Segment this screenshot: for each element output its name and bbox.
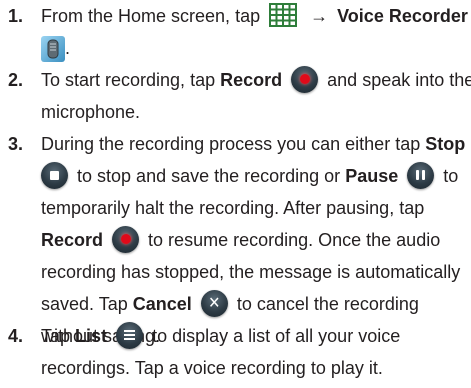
pause-label: Pause: [345, 166, 399, 186]
step-text: From the Home screen, tap: [41, 6, 261, 26]
step-number: 2.: [8, 70, 24, 90]
step-text: Tap: [41, 326, 71, 346]
step-text-end: .: [65, 38, 71, 58]
step-text: and speak into the: [327, 70, 471, 90]
step-text: To start recording, tap: [41, 70, 216, 90]
cancel-icon: ✕: [200, 289, 228, 317]
stop-label: Stop: [425, 134, 466, 154]
apps-grid-icon: [269, 3, 298, 28]
step-text: recording has stopped, the message is au…: [41, 262, 461, 282]
step-text: temporarily halt the recording. After pa…: [41, 198, 425, 218]
step-number: 1.: [8, 6, 24, 26]
voice-recorder-app-icon: [41, 36, 65, 63]
record-icon: [291, 65, 319, 93]
step-number: 3.: [8, 134, 24, 154]
step-2: 2. To start recording, tap Record and sp…: [8, 64, 471, 128]
step-text: microphone.: [41, 102, 141, 122]
step-number: 4.: [8, 326, 24, 346]
step-text: to display a list of all your voice: [152, 326, 401, 346]
record-label: Record: [41, 230, 104, 250]
cancel-label: Cancel: [132, 294, 192, 314]
step-1: 1. From the Home screen, tap → Voice Rec…: [8, 0, 468, 64]
step-3: 3. During the recording process you can …: [8, 128, 466, 352]
step-4: 4. Tap List to display a list of all you…: [8, 320, 466, 384]
step-text: to resume recording. Once the audio: [148, 230, 441, 250]
stop-icon: [41, 161, 68, 189]
list-icon: [116, 321, 144, 349]
pause-icon: [407, 161, 435, 189]
step-text: During the recording process you can eit…: [41, 134, 421, 154]
step-text: to stop and save the recording or: [77, 166, 341, 186]
app-name: Voice Recorder: [337, 6, 468, 26]
step-text: to: [443, 166, 459, 186]
instructions-page: 1. From the Home screen, tap → Voice Rec…: [0, 0, 471, 388]
arrow-glyph: →: [310, 6, 329, 26]
step-text: to cancel the recording: [236, 294, 419, 314]
record-label: Record: [220, 70, 283, 90]
record-icon: [112, 225, 140, 253]
list-label: List: [75, 326, 108, 346]
step-text: saved. Tap: [41, 294, 128, 314]
step-text: recordings. Tap a voice recording to pla…: [41, 358, 383, 378]
